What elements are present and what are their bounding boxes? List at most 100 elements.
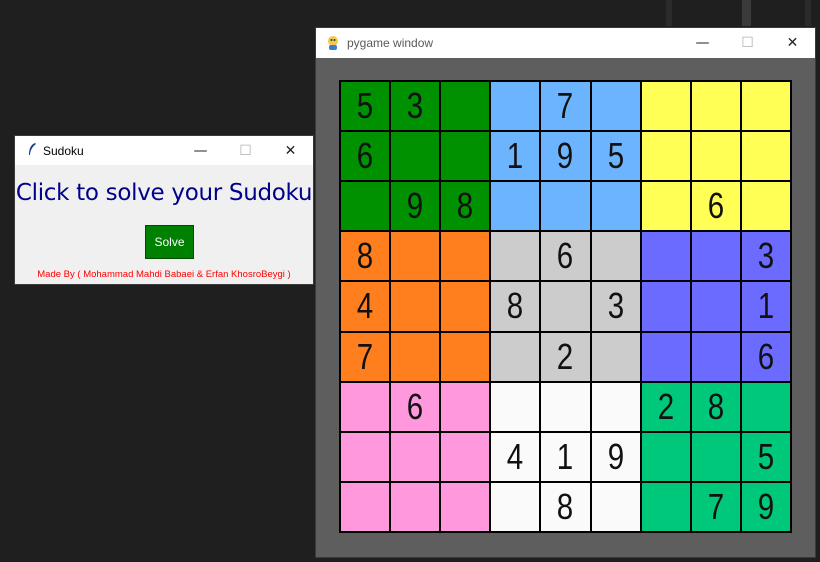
sudoku-cell[interactable]	[441, 132, 490, 181]
sudoku-cell[interactable]: 2	[641, 382, 690, 431]
cell-digit: 8	[457, 185, 474, 227]
sudoku-cell[interactable]: 6	[541, 232, 590, 281]
sudoku-cell[interactable]	[641, 132, 690, 181]
sudoku-cell[interactable]	[741, 132, 790, 181]
sudoku-cell[interactable]: 3	[391, 82, 440, 131]
sudoku-cell[interactable]: 6	[741, 332, 790, 381]
sudoku-cell[interactable]	[691, 432, 740, 481]
sudoku-cell[interactable]: 7	[691, 482, 740, 531]
sudoku-cell[interactable]: 4	[491, 432, 540, 481]
sudoku-cell[interactable]: 9	[391, 182, 440, 231]
sudoku-cell[interactable]	[441, 332, 490, 381]
sudoku-cell[interactable]	[591, 332, 640, 381]
sudoku-cell[interactable]	[491, 332, 540, 381]
sudoku-cell[interactable]	[341, 382, 390, 431]
sudoku-cell[interactable]	[741, 382, 790, 431]
pygame-snake-icon	[325, 35, 341, 51]
sudoku-cell[interactable]	[541, 182, 590, 231]
sudoku-cell[interactable]	[391, 132, 440, 181]
sudoku-cell[interactable]: 9	[591, 432, 640, 481]
sudoku-cell[interactable]: 9	[541, 132, 590, 181]
sudoku-cell[interactable]	[341, 432, 390, 481]
sudoku-cell[interactable]: 5	[591, 132, 640, 181]
sudoku-cell[interactable]	[591, 232, 640, 281]
sudoku-cell[interactable]	[641, 332, 690, 381]
sudoku-cell[interactable]	[491, 232, 540, 281]
sudoku-board[interactable]: 537619598686348317266284195879	[339, 80, 792, 533]
sudoku-cell[interactable]	[441, 382, 490, 431]
sudoku-cell[interactable]	[641, 232, 690, 281]
sudoku-cell[interactable]: 3	[741, 232, 790, 281]
solve-button[interactable]: Solve	[145, 225, 194, 259]
sudoku-cell[interactable]	[591, 182, 640, 231]
cell-digit: 3	[757, 235, 775, 277]
sudoku-cell[interactable]	[441, 232, 490, 281]
background-strip	[742, 0, 751, 26]
sudoku-cell[interactable]	[641, 282, 690, 331]
credits-text: Made By ( Mohammad Mahdi Babaei & Erfan …	[37, 269, 291, 280]
sudoku-cell[interactable]	[691, 332, 740, 381]
sudoku-cell[interactable]	[391, 282, 440, 331]
sudoku-cell[interactable]	[441, 282, 490, 331]
sudoku-cell[interactable]	[341, 482, 390, 531]
sudoku-cell[interactable]	[741, 82, 790, 131]
sudoku-cell[interactable]: 5	[341, 82, 390, 131]
sudoku-cell[interactable]: 8	[341, 232, 390, 281]
sudoku-cell[interactable]	[691, 82, 740, 131]
sudoku-cell[interactable]: 8	[541, 482, 590, 531]
sudoku-cell[interactable]	[391, 232, 440, 281]
sudoku-cell[interactable]	[491, 382, 540, 431]
titlebar[interactable]: pygame window — ☐ ✕	[316, 28, 815, 58]
sudoku-cell[interactable]: 4	[341, 282, 390, 331]
sudoku-cell[interactable]	[591, 482, 640, 531]
sudoku-cell[interactable]	[491, 182, 540, 231]
sudoku-cell[interactable]	[441, 482, 490, 531]
sudoku-cell[interactable]	[741, 182, 790, 231]
sudoku-cell[interactable]	[691, 132, 740, 181]
sudoku-cell[interactable]: 6	[691, 182, 740, 231]
sudoku-cell[interactable]	[641, 432, 690, 481]
sudoku-cell[interactable]: 6	[391, 382, 440, 431]
sudoku-cell[interactable]	[341, 182, 390, 231]
sudoku-cell[interactable]: 1	[541, 432, 590, 481]
cell-digit: 9	[557, 135, 574, 177]
minimize-button[interactable]: —	[680, 29, 725, 58]
sudoku-cell[interactable]: 8	[691, 382, 740, 431]
sudoku-cell[interactable]	[691, 282, 740, 331]
sudoku-cell[interactable]	[591, 382, 640, 431]
sudoku-cell[interactable]	[641, 482, 690, 531]
sudoku-cell[interactable]	[591, 82, 640, 131]
sudoku-cell[interactable]	[541, 282, 590, 331]
maximize-button[interactable]: ☐	[223, 136, 268, 165]
sudoku-cell[interactable]: 1	[491, 132, 540, 181]
sudoku-cell[interactable]: 8	[491, 282, 540, 331]
cell-digit: 8	[356, 235, 374, 277]
sudoku-cell[interactable]: 7	[341, 332, 390, 381]
sudoku-cell[interactable]: 7	[541, 82, 590, 131]
sudoku-cell[interactable]: 3	[591, 282, 640, 331]
sudoku-cell[interactable]	[491, 82, 540, 131]
close-button[interactable]: ✕	[268, 136, 313, 165]
minimize-button[interactable]: —	[178, 136, 223, 165]
sudoku-cell[interactable]: 1	[741, 282, 790, 331]
sudoku-cell[interactable]: 6	[341, 132, 390, 181]
maximize-button[interactable]: ☐	[725, 29, 770, 58]
sudoku-cell[interactable]	[641, 182, 690, 231]
sudoku-cell[interactable]	[641, 82, 690, 131]
sudoku-cell[interactable]	[541, 382, 590, 431]
sudoku-cell[interactable]	[391, 432, 440, 481]
sudoku-cell[interactable]	[391, 482, 440, 531]
sudoku-cell[interactable]: 5	[741, 432, 790, 481]
sudoku-cell[interactable]	[441, 82, 490, 131]
sudoku-cell[interactable]	[441, 432, 490, 481]
sudoku-cell[interactable]: 8	[441, 182, 490, 231]
sudoku-cell[interactable]: 2	[541, 332, 590, 381]
sudoku-cell[interactable]	[491, 482, 540, 531]
cell-digit: 6	[707, 185, 725, 227]
titlebar[interactable]: Sudoku — ☐ ✕	[15, 136, 313, 165]
sudoku-cell[interactable]	[691, 232, 740, 281]
sudoku-cell[interactable]	[391, 332, 440, 381]
sudoku-cell[interactable]: 9	[741, 482, 790, 531]
cell-digit: 5	[607, 135, 624, 177]
close-button[interactable]: ✕	[770, 29, 815, 58]
